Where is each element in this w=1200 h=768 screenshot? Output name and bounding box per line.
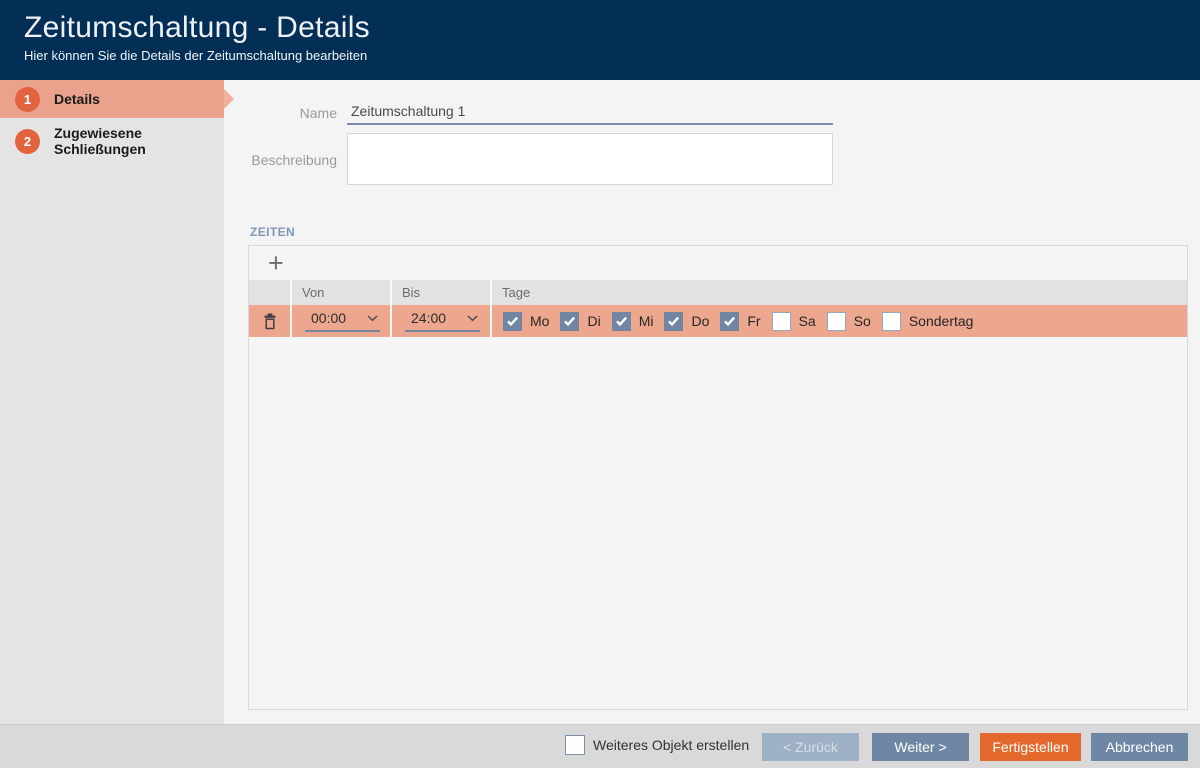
bis-time-value: 24:00: [411, 310, 446, 326]
checkbox-checked[interactable]: [560, 312, 579, 331]
active-step-arrow-icon: [224, 89, 234, 109]
sidebar-item-details[interactable]: 1 Details: [0, 80, 224, 118]
checkbox-unchecked[interactable]: [882, 312, 901, 331]
check-icon: [723, 316, 736, 327]
chevron-down-icon: [467, 315, 478, 322]
day-toggle-di[interactable]: Di: [560, 312, 600, 331]
day-toggle-fr[interactable]: Fr: [720, 312, 760, 331]
day-label: Mi: [639, 313, 654, 329]
header-cell-bis: Bis: [392, 285, 420, 300]
header-cell-actions: [249, 280, 290, 305]
days-cell: Mo Di Mi Do Fr Sa So Sondertag: [490, 305, 1187, 337]
check-icon: [667, 316, 680, 327]
back-button[interactable]: < Zurück: [762, 733, 859, 761]
chevron-down-icon: [367, 315, 378, 322]
day-label: Di: [587, 313, 600, 329]
step-number-badge: 2: [15, 129, 40, 154]
times-section-title: ZEITEN: [250, 225, 295, 239]
day-toggle-mi[interactable]: Mi: [612, 312, 654, 331]
von-time-value: 00:00: [311, 310, 346, 326]
description-label: Beschreibung: [240, 152, 337, 168]
day-toggle-sa[interactable]: Sa: [772, 312, 816, 331]
check-icon: [563, 316, 576, 327]
day-label: So: [854, 313, 871, 329]
delete-row-button[interactable]: [263, 313, 277, 330]
day-label: Sondertag: [909, 313, 974, 329]
cancel-button[interactable]: Abbrechen: [1091, 733, 1188, 761]
add-time-button[interactable]: +: [268, 250, 284, 277]
description-textarea[interactable]: [347, 133, 833, 185]
table-toolbar: +: [249, 246, 1187, 280]
checkbox-checked[interactable]: [664, 312, 683, 331]
next-button[interactable]: Weiter >: [872, 733, 969, 761]
day-toggle-do[interactable]: Do: [664, 312, 709, 331]
header-cell-von: Von: [292, 285, 324, 300]
name-label: Name: [240, 105, 337, 121]
day-label: Mo: [530, 313, 549, 329]
von-time-dropdown[interactable]: 00:00: [305, 310, 380, 332]
header: Zeitumschaltung - Details Hier können Si…: [0, 0, 1200, 80]
day-label: Sa: [799, 313, 816, 329]
bis-time-dropdown[interactable]: 24:00: [405, 310, 480, 332]
day-toggle-mo[interactable]: Mo: [503, 312, 549, 331]
step-number-badge: 1: [15, 87, 40, 112]
day-label: Fr: [747, 313, 760, 329]
checkbox-unchecked[interactable]: [827, 312, 846, 331]
check-icon: [615, 316, 628, 327]
table-header-row: Von Bis Tage: [249, 280, 1187, 305]
check-icon: [506, 316, 519, 327]
sidebar-item-zugewiesene-schliessungen[interactable]: 2 Zugewiesene Schließungen: [0, 122, 224, 160]
name-input[interactable]: [347, 100, 833, 125]
page-subtitle: Hier können Sie die Details der Zeitumsc…: [24, 48, 1200, 63]
create-another-label: Weiteres Objekt erstellen: [593, 737, 749, 753]
trash-icon: [263, 313, 277, 330]
finish-button[interactable]: Fertigstellen: [980, 733, 1081, 761]
sidebar-item-label: Details: [54, 91, 100, 107]
create-another-checkbox[interactable]: [565, 735, 585, 755]
page-title: Zeitumschaltung - Details: [24, 11, 1200, 45]
checkbox-checked[interactable]: [720, 312, 739, 331]
day-toggle-sondertag[interactable]: Sondertag: [882, 312, 974, 331]
sidebar-item-label: Zugewiesene Schließungen: [54, 125, 224, 157]
wizard-window: Zeitumschaltung - Details Hier können Si…: [0, 0, 1200, 768]
checkbox-unchecked[interactable]: [772, 312, 791, 331]
day-label: Do: [691, 313, 709, 329]
checkbox-checked[interactable]: [612, 312, 631, 331]
table-row: 00:00 24:00 Mo Di Mi Do Fr Sa So Sondertag: [249, 305, 1187, 337]
times-table: + Von Bis Tage 00:00: [248, 245, 1188, 710]
day-toggle-so[interactable]: So: [827, 312, 871, 331]
step-sidebar: 1 Details 2 Zugewiesene Schließungen: [0, 80, 224, 724]
checkbox-checked[interactable]: [503, 312, 522, 331]
header-cell-tage: Tage: [492, 285, 530, 300]
footer-bar: Weiteres Objekt erstellen < Zurück Weite…: [0, 724, 1200, 768]
